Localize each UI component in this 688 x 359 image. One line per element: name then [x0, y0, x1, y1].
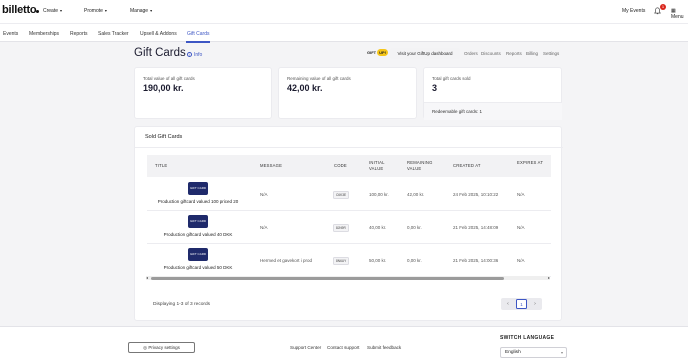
- total-value-card: Total value of all gift cards 190,00 kr.: [134, 67, 272, 119]
- giftup-discounts-link[interactable]: Discounts: [481, 51, 501, 56]
- gift-card-code: 8N6UY: [333, 257, 350, 265]
- divider: [135, 147, 563, 148]
- footer: ◎ Privacy settings Support Center Contac…: [0, 326, 688, 359]
- scroll-left-icon[interactable]: ◂: [146, 275, 148, 280]
- remaining-value: 0,00 kr.: [407, 258, 422, 263]
- expires-at: N/A: [517, 225, 525, 230]
- gift-card-thumbnail: GIFT CARD: [188, 215, 208, 228]
- col-remaining-value: Remaining value: [407, 160, 433, 171]
- giftup-dashboard-button[interactable]: Visit your GiftUp dashboard: [390, 48, 460, 59]
- gift-card-thumbnail: GIFT CARD: [188, 182, 208, 195]
- page-1-button[interactable]: 1: [516, 299, 527, 309]
- scroll-right-icon[interactable]: ▸: [548, 275, 550, 280]
- pagination: ‹ 1 ›: [501, 298, 542, 310]
- giftup-billing-link[interactable]: Billing: [526, 51, 538, 56]
- scrollbar-thumb[interactable]: [151, 276, 504, 280]
- gift-card-title: Production giftcard valued 40 DKK: [163, 232, 233, 237]
- switch-language-label: SWITCH LANGUAGE: [500, 335, 555, 341]
- expires-at: N/A: [517, 192, 525, 197]
- menu-button[interactable]: ▦ Menu: [671, 8, 688, 20]
- chevron-down-icon: ▾: [60, 8, 63, 13]
- tab-upsell-addons[interactable]: Upsell & Addons: [140, 31, 177, 37]
- chevron-down-icon: ▾: [150, 8, 153, 13]
- remaining-value-label: Remaining value of all gift cards: [287, 76, 351, 81]
- giftup-logo: GIFT UP!: [367, 49, 388, 56]
- tab-memberships[interactable]: Memberships: [29, 31, 59, 37]
- giftup-reports-link[interactable]: Reports: [506, 51, 522, 56]
- billetto-logo[interactable]: billetto: [2, 4, 40, 16]
- tab-sales-tracker[interactable]: Sales Tracker: [98, 31, 129, 37]
- nav-create[interactable]: Create ▾: [43, 8, 62, 14]
- active-tab-indicator: [186, 41, 210, 43]
- table-row[interactable]: GIFT CARD Production giftcard valued 40 …: [147, 211, 551, 244]
- created-at: 24 Feb 2025, 10:10:22: [453, 192, 499, 197]
- remaining-value: 42,00 kr.: [407, 192, 425, 197]
- redeemable-count: Redeemable gift cards: 1: [424, 102, 562, 120]
- total-sold-label: Total gift cards sold: [432, 76, 471, 81]
- remaining-value: 0,00 kr.: [407, 225, 422, 230]
- tab-reports[interactable]: Reports: [70, 31, 88, 37]
- support-center-link[interactable]: Support Center: [290, 345, 321, 350]
- privacy-settings-button[interactable]: ◎ Privacy settings: [128, 342, 195, 353]
- horizontal-scrollbar[interactable]: ◂ ▸: [146, 275, 550, 280]
- contact-support-link[interactable]: Contact support: [327, 345, 359, 350]
- gift-card-message: N/A: [260, 225, 268, 230]
- chevron-down-icon: ▾: [104, 8, 107, 13]
- total-value-label: Total value of all gift cards: [143, 76, 195, 81]
- next-page-icon[interactable]: ›: [529, 298, 541, 310]
- col-code: Code: [334, 163, 347, 168]
- sold-gift-cards-title: Sold Gift Cards: [145, 134, 183, 140]
- gift-card-message: Hermed et gavekort i prod: [260, 258, 313, 263]
- table-row[interactable]: GIFT CARD Production giftcard valued 100…: [147, 178, 551, 211]
- total-value: 190,00 kr.: [143, 83, 184, 93]
- col-expires-at: Expires at: [517, 160, 544, 165]
- gift-card-title: Production giftcard valued 100 priced 20: [157, 199, 239, 204]
- gift-card-code: 8JN9R: [333, 224, 349, 232]
- created-at: 21 Feb 2025, 14:48:09: [453, 225, 499, 230]
- sub-nav: Events Memberships Reports Sales Tracker…: [0, 23, 688, 43]
- giftup-settings-link[interactable]: Settings: [543, 51, 559, 56]
- table-row[interactable]: GIFT CARD Production giftcard valued 50 …: [147, 244, 551, 277]
- giftup-orders-link[interactable]: Orders: [464, 51, 478, 56]
- nav-promote[interactable]: Promote ▾: [84, 8, 107, 14]
- col-initial-value: Initial value: [369, 160, 385, 171]
- prev-page-icon[interactable]: ‹: [502, 298, 514, 310]
- info-icon: i: [187, 52, 192, 58]
- page-title: Gift Cards: [134, 47, 186, 59]
- total-sold: 3: [432, 83, 438, 93]
- my-events-link[interactable]: My Events: [622, 8, 645, 14]
- created-at: 21 Feb 2025, 14:00:36: [453, 258, 499, 263]
- initial-value: 50,00 kr.: [369, 258, 387, 263]
- initial-value: 100,00 kr.: [369, 192, 389, 197]
- submit-feedback-link[interactable]: Submit feedback: [367, 345, 401, 350]
- nav-manage[interactable]: Manage ▾: [130, 8, 152, 14]
- table-header: Title Message Code Initial value Remaini…: [147, 155, 551, 177]
- initial-value: 40,00 kr.: [369, 225, 387, 230]
- gift-card-title: Production giftcard valued 50 DKK: [163, 265, 233, 270]
- col-title: Title: [155, 163, 168, 168]
- gift-card-thumbnail: GIFT CARD: [188, 248, 208, 261]
- chevron-down-icon: ▾: [560, 350, 563, 355]
- top-bar: billetto Create ▾ Promote ▾ Manage ▾ My Eve…: [0, 0, 688, 23]
- info-link[interactable]: i Info: [187, 52, 202, 58]
- remaining-value-card: Remaining value of all gift cards 42,00 …: [278, 67, 417, 119]
- total-sold-card: Total gift cards sold 3 Redeemable gift …: [423, 67, 562, 120]
- expires-at: N/A: [517, 258, 525, 263]
- language-select[interactable]: English ▾: [500, 347, 567, 358]
- tab-gift-cards[interactable]: Gift Cards: [187, 31, 210, 37]
- gift-card-code: C6K3E: [333, 191, 350, 199]
- notification-badge: 1: [660, 4, 666, 10]
- gift-card-message: N/A: [260, 192, 268, 197]
- sold-gift-cards-panel: Sold Gift Cards Title Message Code Initi…: [134, 126, 563, 321]
- col-created-at: Created at: [453, 163, 481, 168]
- remaining-value: 42,00 kr.: [287, 83, 323, 93]
- col-message: Message: [260, 163, 283, 168]
- records-summary: Displaying 1-3 of 3 records: [153, 302, 211, 307]
- tab-events[interactable]: Events: [3, 31, 18, 37]
